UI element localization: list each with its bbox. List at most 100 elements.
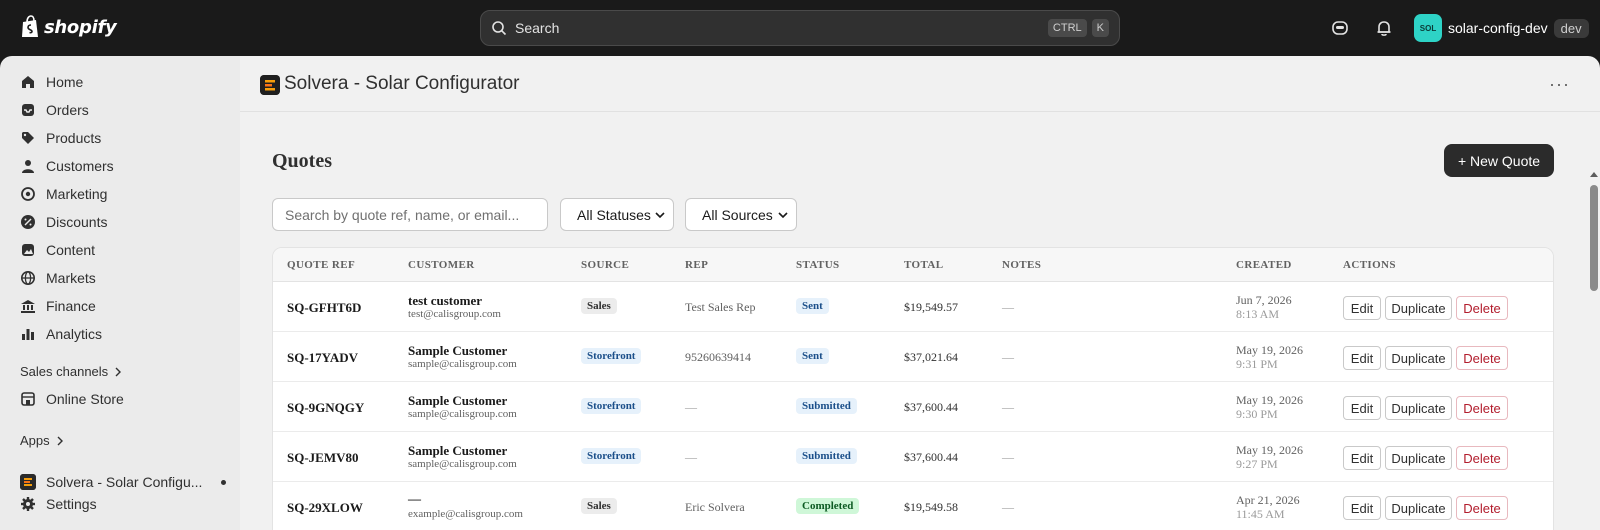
duplicate-button[interactable]: Duplicate — [1385, 396, 1452, 420]
sidebar-item-markets[interactable]: Markets — [20, 266, 96, 290]
quote-ref[interactable]: SQ-JEMV80 — [287, 450, 359, 466]
col-status[interactable]: STATUS — [796, 259, 840, 271]
scroll-thumb[interactable] — [1590, 185, 1598, 291]
table-row[interactable]: SQ-29XLOW — example@calisgroup.com Sales… — [273, 482, 1553, 530]
customer-email: sample@calisgroup.com — [408, 358, 517, 370]
edit-button[interactable]: Edit — [1343, 446, 1381, 470]
duplicate-button[interactable]: Duplicate — [1385, 496, 1452, 520]
created-time: 9:30 PM — [1236, 407, 1278, 421]
created-date: May 19, 2026 — [1236, 343, 1303, 357]
col-source[interactable]: SOURCE — [581, 259, 629, 271]
chevron-down-icon — [778, 211, 788, 218]
apps-section[interactable]: Apps — [20, 433, 64, 448]
home-icon — [22, 76, 34, 88]
col-notes[interactable]: NOTES — [1002, 259, 1041, 271]
sidebar-item-settings[interactable]: Settings — [20, 492, 97, 516]
col-actions: ACTIONS — [1343, 259, 1396, 271]
col-total[interactable]: TOTAL — [904, 259, 944, 271]
quote-notes: — — [1002, 350, 1014, 364]
duplicate-button[interactable]: Duplicate — [1385, 346, 1452, 370]
more-actions-button[interactable]: ··· — [1549, 74, 1570, 95]
duplicate-button[interactable]: Duplicate — [1385, 296, 1452, 320]
edit-button[interactable]: Edit — [1343, 346, 1381, 370]
rep-name: Test Sales Rep — [685, 300, 756, 314]
shopify-logo[interactable]: shopify — [20, 15, 117, 39]
table-row[interactable]: SQ-9GNQGY Sample Customer sample@calisgr… — [273, 382, 1553, 432]
bell-icon[interactable] — [1374, 18, 1394, 38]
global-search[interactable]: Search CTRL K — [480, 10, 1120, 46]
quote-ref[interactable]: SQ-9GNQGY — [287, 400, 364, 416]
sidekick-icon[interactable] — [1330, 18, 1350, 38]
edit-button[interactable]: Edit — [1343, 396, 1381, 420]
table-row[interactable]: SQ-GFHT6D test customer test@calisgroup.… — [273, 282, 1553, 332]
status-badge: Completed — [796, 498, 860, 514]
main-content: Solvera - Solar Configurator ··· Quotes … — [240, 56, 1600, 530]
new-quote-button[interactable]: + New Quote — [1444, 144, 1554, 177]
created-date: May 19, 2026 — [1236, 393, 1303, 407]
sidebar-item-content[interactable]: Content — [20, 238, 95, 262]
delete-button[interactable]: Delete — [1456, 396, 1508, 420]
sales-channels-section[interactable]: Sales channels — [20, 364, 122, 379]
store-avatar: SOL — [1414, 14, 1442, 42]
quote-ref[interactable]: SQ-GFHT6D — [287, 300, 361, 316]
table-row[interactable]: SQ-JEMV80 Sample Customer sample@calisgr… — [273, 432, 1553, 482]
shortcut-ctrl: CTRL — [1047, 19, 1087, 37]
col-rep[interactable]: REP — [685, 259, 708, 271]
sidebar-item-label: Home — [46, 74, 84, 90]
table-header: QUOTE REF CUSTOMER SOURCE REP STATUS TOT… — [273, 248, 1553, 282]
col-quote-ref[interactable]: QUOTE REF — [287, 259, 355, 271]
sidebar-item-label: Solvera - Solar Configu... — [46, 474, 203, 490]
edit-button[interactable]: Edit — [1343, 296, 1381, 320]
created-time: 9:27 PM — [1236, 457, 1278, 471]
sidebar-item-analytics[interactable]: Analytics — [20, 322, 102, 346]
sidebar-item-label: Content — [46, 242, 96, 258]
customer-email: sample@calisgroup.com — [408, 458, 517, 470]
store-name: solar-config-dev — [1448, 20, 1548, 36]
sidebar-item-orders[interactable]: Orders — [20, 98, 89, 122]
quote-ref[interactable]: SQ-29XLOW — [287, 500, 363, 516]
quote-notes: — — [1002, 450, 1014, 464]
edit-button[interactable]: Edit — [1343, 496, 1381, 520]
col-customer[interactable]: CUSTOMER — [408, 259, 475, 271]
table-row[interactable]: SQ-17YADV Sample Customer sample@calisgr… — [273, 332, 1553, 382]
sidebar-item-discounts[interactable]: Discounts — [20, 210, 107, 234]
source-filter-select[interactable]: All Sources — [685, 198, 797, 231]
sidebar-item-finance[interactable]: Finance — [20, 294, 96, 318]
bank-icon — [21, 300, 35, 313]
source-badge: Storefront — [581, 448, 642, 464]
customer-name: Sample Customer — [408, 393, 508, 408]
sidebar-item-label: Orders — [46, 102, 89, 118]
duplicate-button[interactable]: Duplicate — [1385, 446, 1452, 470]
delete-button[interactable]: Delete — [1456, 346, 1508, 370]
delete-button[interactable]: Delete — [1456, 496, 1508, 520]
scroll-up-arrow-icon[interactable] — [1590, 170, 1598, 178]
app-title: Solvera - Solar Configurator — [284, 73, 520, 94]
customer-name: Sample Customer — [408, 443, 508, 458]
customer-email: test@calisgroup.com — [408, 308, 501, 320]
quote-search-input[interactable] — [272, 198, 548, 231]
sidebar-item-customers[interactable]: Customers — [20, 154, 114, 178]
person-icon — [22, 160, 34, 173]
source-badge: Sales — [581, 498, 617, 514]
source-filter-value: All Sources — [702, 206, 773, 223]
gear-icon — [21, 497, 35, 511]
sidebar-item-home[interactable]: Home — [20, 70, 83, 94]
sidebar-item-label: Discounts — [46, 214, 108, 230]
image-icon — [22, 244, 34, 256]
quote-total: $37,021.64 — [904, 350, 958, 364]
delete-button[interactable]: Delete — [1456, 296, 1508, 320]
sidebar-item-products[interactable]: Products — [20, 126, 101, 150]
status-filter-select[interactable]: All Statuses — [560, 198, 674, 231]
scrollbar[interactable] — [1588, 112, 1600, 530]
chevron-down-icon — [655, 211, 665, 218]
sidebar-item-marketing[interactable]: Marketing — [20, 182, 107, 206]
created-time: 11:45 AM — [1236, 507, 1285, 521]
sidebar-item-online-store[interactable]: Online Store — [20, 387, 124, 411]
quotes-table: QUOTE REF CUSTOMER SOURCE REP STATUS TOT… — [272, 247, 1554, 530]
sidebar-item-label: Marketing — [46, 186, 108, 202]
quote-total: $37,600.44 — [904, 450, 958, 464]
delete-button[interactable]: Delete — [1456, 446, 1508, 470]
col-created[interactable]: CREATED — [1236, 259, 1292, 271]
quote-ref[interactable]: SQ-17YADV — [287, 350, 358, 366]
store-switcher[interactable]: SOL solar-config-dev dev — [1414, 14, 1589, 42]
